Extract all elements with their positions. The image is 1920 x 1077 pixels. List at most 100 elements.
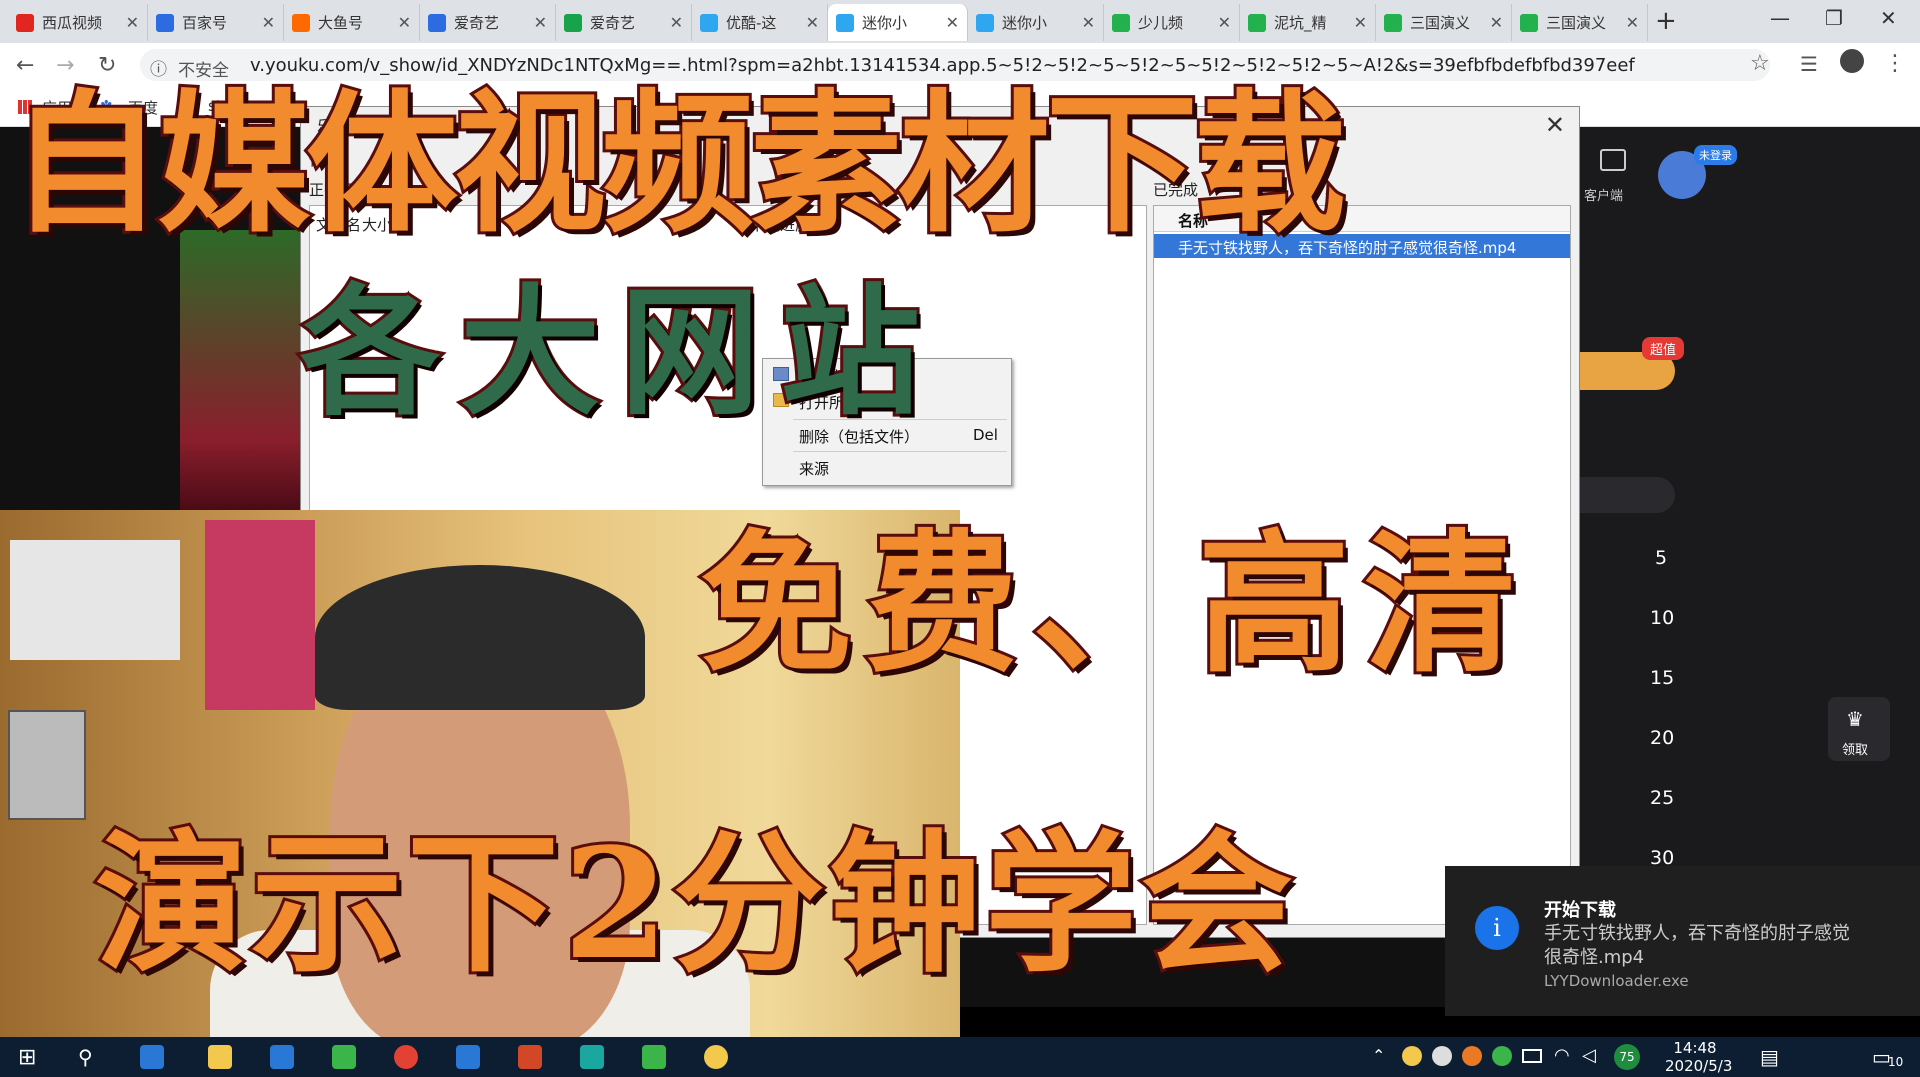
close-tab-icon[interactable]: ✕	[670, 13, 683, 32]
product-box	[205, 520, 315, 710]
baidu-icon	[428, 13, 446, 32]
menu-icon[interactable]: ⋮	[1884, 51, 1906, 76]
tab-iqiyi-2[interactable]: 爱奇艺 ✕	[556, 4, 692, 41]
youku-icon	[700, 13, 718, 32]
chrome-icon[interactable]	[394, 1045, 418, 1069]
tray-expand-icon[interactable]: ⌃	[1372, 1046, 1385, 1065]
close-tab-icon[interactable]: ✕	[1082, 13, 1095, 32]
taskbar: ⊞ ⚲ ⌃ ◠ ◁ 75 14:48 2020/5/3 ▤ ▭ 10	[0, 1037, 1920, 1077]
powerpoint-icon[interactable]	[518, 1045, 542, 1069]
tray-smile-icon[interactable]	[1402, 1046, 1422, 1066]
maximize-icon[interactable]: ❐	[1825, 6, 1843, 30]
video-thumbnail	[180, 230, 310, 510]
tab-mini-2[interactable]: 迷你小 ✕	[968, 4, 1104, 41]
edge-icon[interactable]	[270, 1045, 294, 1069]
close-tab-icon[interactable]: ✕	[1490, 13, 1503, 32]
profile-icon[interactable]	[1840, 49, 1864, 73]
minimize-icon[interactable]: —	[1770, 6, 1790, 30]
tab-sanguo-2[interactable]: 三国演义 ✕	[1512, 4, 1648, 41]
tab-mini-active[interactable]: 迷你小 ✕	[828, 4, 968, 41]
close-tab-icon[interactable]: ✕	[126, 13, 139, 32]
new-tab-icon[interactable]: +	[1655, 6, 1677, 36]
volume-icon[interactable]: ◁	[1582, 1045, 1596, 1066]
tab-sanguo-1[interactable]: 三国演义 ✕	[1376, 4, 1512, 41]
performance-badge[interactable]: 75	[1614, 1044, 1640, 1070]
search-icon[interactable]: ⚲	[78, 1045, 102, 1069]
tab-baijiahao[interactable]: 百家号 ✕	[148, 4, 284, 41]
client-icon[interactable]	[1600, 149, 1626, 171]
client-label[interactable]: 客户端	[1584, 185, 1623, 204]
portrait-photo	[8, 710, 86, 820]
windows-icon[interactable]: ⊞	[18, 1045, 42, 1070]
close-tab-icon[interactable]: ✕	[806, 13, 819, 32]
episode-15[interactable]: 15	[1650, 667, 1674, 689]
overlay-title: 自媒体视频素材下载	[7, 74, 1349, 253]
overlay-subtitle: 各大网站	[297, 271, 941, 435]
info-icon: i	[1475, 906, 1519, 950]
close-window-icon[interactable]: ✕	[1880, 6, 1897, 30]
wifi-icon[interactable]: ◠	[1554, 1045, 1570, 1066]
tab-xigua[interactable]: 西瓜视频 ✕	[8, 4, 148, 41]
close-tab-icon[interactable]: ✕	[398, 13, 411, 32]
youku-icon	[976, 13, 994, 32]
play-icon	[1384, 13, 1402, 32]
tray-app-icon[interactable]	[1462, 1046, 1482, 1066]
close-tab-icon[interactable]: ✕	[534, 13, 547, 32]
overlay-cta: 演示下2分钟学会	[92, 814, 1297, 993]
clock-time: 14:48	[1673, 1039, 1717, 1057]
printer-box	[10, 540, 180, 660]
app-icon[interactable]	[642, 1045, 666, 1069]
claim-label: 领取	[1842, 743, 1869, 758]
tab-bar: 西瓜视频 ✕ 百家号 ✕ 大鱼号 ✕ 爱奇艺 ✕ 爱奇艺 ✕ 优酷-这 ✕ 迷你…	[0, 0, 1920, 43]
reading-list-icon[interactable]: ☰	[1800, 52, 1818, 76]
close-tab-icon[interactable]: ✕	[1218, 13, 1231, 32]
login-badge[interactable]: 未登录	[1694, 145, 1737, 165]
taskview-icon[interactable]	[140, 1045, 164, 1069]
downloader-icon[interactable]	[704, 1045, 728, 1069]
close-tab-icon[interactable]: ✕	[1626, 13, 1639, 32]
ie-icon[interactable]	[456, 1045, 480, 1069]
person-cap	[315, 565, 645, 710]
cloud-icon[interactable]	[1432, 1046, 1452, 1066]
play-icon	[1112, 13, 1130, 32]
clock-date: 2020/5/3	[1665, 1057, 1733, 1075]
notes-icon[interactable]: ▤	[1760, 1045, 1779, 1069]
tab-children[interactable]: 少儿频 ✕	[1104, 4, 1240, 41]
tab-dayuhao[interactable]: 大鱼号 ✕	[284, 4, 420, 41]
tab-youku[interactable]: 优酷-这 ✕	[692, 4, 828, 41]
menu-source[interactable]: 来源	[799, 458, 829, 479]
crown-icon: ♛	[1846, 707, 1864, 731]
overlay-feature: 免费、高清	[697, 514, 1530, 693]
tab-iqiyi-1[interactable]: 爱奇艺 ✕	[420, 4, 556, 41]
download-notification[interactable]: i 开始下载 手无寸铁找野人，吞下奇怪的肘子感觉很奇怪.mp4 LYYDownl…	[1445, 866, 1920, 1016]
episode-25[interactable]: 25	[1650, 787, 1674, 809]
play-icon	[1520, 13, 1538, 32]
battery-icon[interactable]	[1522, 1049, 1542, 1063]
system-clock[interactable]: 14:48 2020/5/3	[1665, 1039, 1733, 1075]
notification-source: LYYDownloader.exe	[1544, 972, 1689, 990]
episode-5[interactable]: 5	[1655, 547, 1667, 569]
tab-nikeng[interactable]: 泥坑_精 ✕	[1240, 4, 1376, 41]
tray-app-icon[interactable]	[1492, 1046, 1512, 1066]
close-tab-icon[interactable]: ✕	[262, 13, 275, 32]
iqiyi-icon	[564, 13, 582, 32]
close-tab-icon[interactable]: ✕	[946, 13, 959, 32]
browser-icon[interactable]	[332, 1045, 356, 1069]
explorer-icon[interactable]	[208, 1045, 232, 1069]
play-icon	[1248, 13, 1266, 32]
bookmark-star-icon[interactable]: ☆	[1750, 51, 1770, 76]
url-text[interactable]: v.youku.com/v_show/id_XNDYzNDc1NTQxMg==.…	[250, 55, 1635, 76]
menu-divider	[793, 451, 1007, 452]
notification-body: 手无寸铁找野人，吞下奇怪的肘子感觉很奇怪.mp4	[1544, 923, 1850, 968]
dayu-icon	[292, 13, 310, 32]
notification-count: 10	[1888, 1055, 1904, 1069]
app-icon[interactable]	[580, 1045, 604, 1069]
youku-icon	[836, 13, 854, 32]
close-icon[interactable]: ✕	[1545, 111, 1565, 139]
filter-bar[interactable]	[1570, 477, 1675, 513]
value-badge: 超值	[1642, 337, 1685, 360]
episode-10[interactable]: 10	[1650, 607, 1674, 629]
close-tab-icon[interactable]: ✕	[1354, 13, 1367, 32]
baidu-icon	[156, 13, 174, 32]
episode-20[interactable]: 20	[1650, 727, 1674, 749]
